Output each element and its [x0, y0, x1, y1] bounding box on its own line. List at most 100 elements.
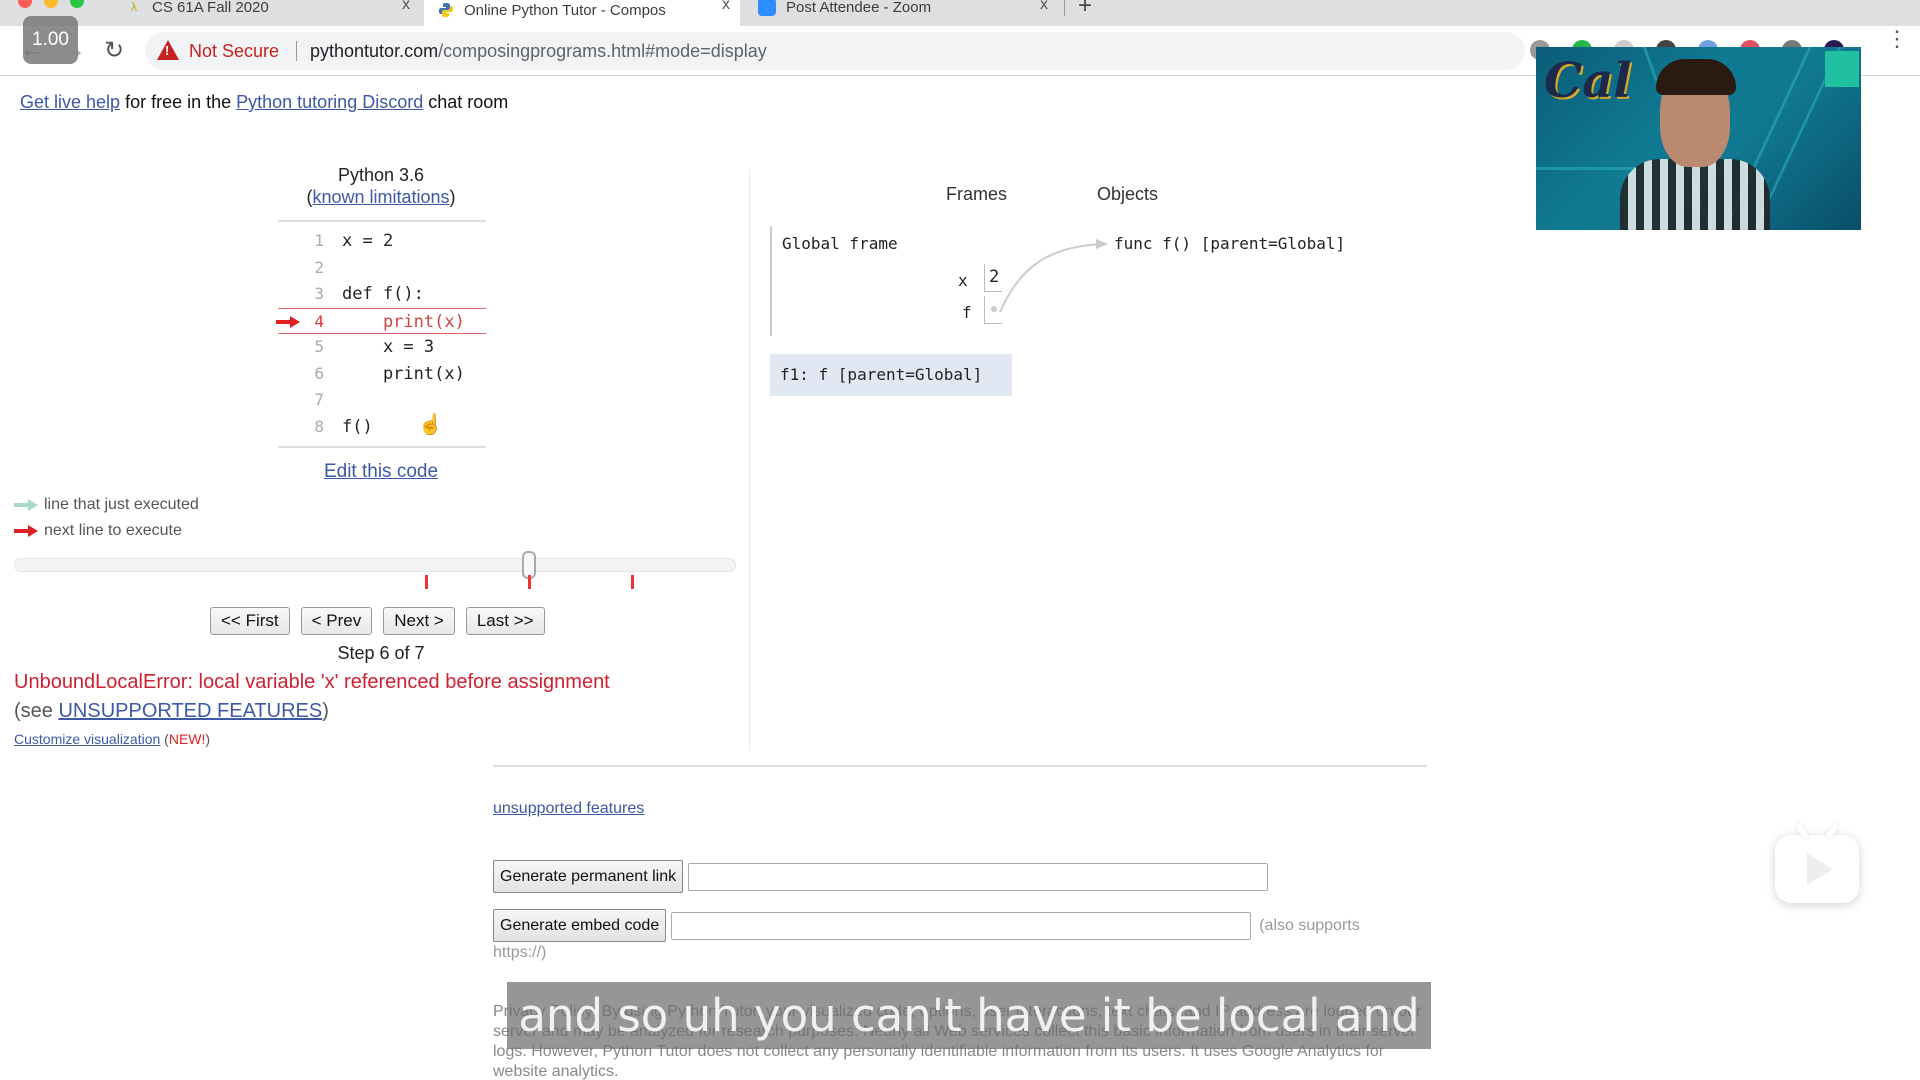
tab-title: CS 61A Fall 2020 — [152, 0, 269, 16]
also-supports-note: (also supports — [1259, 916, 1360, 934]
url-path: /composingprograms.html#mode=display — [438, 41, 767, 61]
discord-link[interactable]: Python tutoring Discord — [236, 92, 423, 112]
line-number: 5 — [314, 337, 324, 356]
zoom-icon — [758, 0, 776, 16]
edit-code-link[interactable]: Edit this code — [324, 461, 438, 482]
breakpoint-tick — [528, 575, 532, 589]
python-icon — [438, 2, 454, 18]
global-frame: Global frame x 2 f — [770, 226, 1010, 336]
url-text[interactable]: pythontutor.com/composingprograms.html#m… — [310, 41, 767, 62]
webcam-person-shirt — [1620, 159, 1770, 230]
function-object: func f() [parent=Global] — [1114, 234, 1346, 253]
generate-embed-code-button[interactable]: Generate embed code — [493, 909, 667, 942]
known-limitations-line: (known limitations) — [306, 187, 456, 207]
play-icon — [1807, 853, 1833, 885]
code-line: 6 print(x) — [278, 361, 486, 388]
objects-header: Objects — [1097, 184, 1159, 204]
line-source: x = 2 — [342, 231, 394, 251]
step-slider[interactable] — [14, 551, 736, 589]
close-tab-icon[interactable]: x — [402, 0, 410, 14]
new-badge: NEW! — [168, 731, 206, 747]
variable-name-f: f — [962, 303, 972, 322]
url-host: pythontutor.com — [310, 41, 439, 61]
tab-separator — [1064, 0, 1065, 16]
cal-logo: Cal — [1544, 53, 1632, 109]
customize-visualization-link[interactable]: Customize visualization — [14, 731, 160, 747]
code-display: 1 x = 2 2 3 def f(): 4 print(x) 5 x = 36 print… — [276, 220, 486, 448]
reload-icon[interactable]: ↻ — [104, 36, 124, 65]
https-note: https://) — [493, 944, 547, 961]
see-unsupported-line: (see UNSUPPORTED FEATURES) — [14, 700, 329, 723]
breakpoint-tick — [631, 575, 635, 589]
tab-title: Post Attendee - Zoom — [786, 0, 932, 16]
close-tab-icon[interactable]: x — [722, 0, 730, 14]
playback-speed-badge: 1.00 — [23, 16, 78, 64]
panel-divider — [749, 170, 750, 750]
green-arrow-icon — [14, 499, 38, 511]
section-divider — [493, 765, 1427, 767]
line-number: 1 — [314, 231, 324, 250]
line-number: 8 — [314, 416, 324, 436]
code-line: 8 f() — [278, 414, 486, 441]
f1-frame: f1: f [parent=Global] — [770, 354, 1012, 396]
get-live-help-link[interactable]: Get live help — [20, 92, 120, 112]
last-button[interactable]: Last >> — [465, 607, 545, 635]
line-number: 6 — [314, 363, 324, 383]
address-bar[interactable]: Not Secure pythontutor.com/composingprog… — [145, 32, 1525, 70]
browser-tab-python-tutor[interactable]: Online Python Tutor - Compos x — [424, 0, 740, 26]
unsupported-features-caps-link[interactable]: UNSUPPORTED FEATURES — [58, 700, 322, 722]
video-caption: and so uh you can't have it be local and — [507, 982, 1431, 1049]
legend: line that just executed next line to exe… — [14, 492, 199, 544]
next-line-arrow-icon — [276, 315, 300, 328]
tv-antenna-icon — [1794, 822, 1810, 840]
tab-title: Online Python Tutor - Compos — [464, 1, 666, 19]
omnibox-separator — [296, 41, 297, 61]
window-zoom-button[interactable] — [70, 0, 84, 8]
legend-just-executed: line that just executed — [14, 492, 199, 518]
error-message: UnboundLocalError: local variable 'x' re… — [14, 671, 610, 693]
line-number: 2 — [314, 257, 324, 277]
see-prefix: (see — [14, 700, 59, 722]
browser-menu-icon[interactable]: ⋮ — [1886, 28, 1908, 50]
circuit-trace — [1536, 167, 1636, 170]
line-source: print(x) — [342, 363, 465, 384]
tv-antenna-icon — [1824, 822, 1840, 840]
pointer-arrow — [999, 239, 1108, 313]
generate-permanent-link-button[interactable]: Generate permanent link — [493, 860, 684, 893]
video-player-button[interactable] — [1775, 822, 1859, 903]
webcam-indicator — [1825, 51, 1859, 87]
window-close-button[interactable] — [18, 0, 32, 8]
live-help-banner: Get live help for free in the Python tut… — [20, 92, 508, 113]
code-line: 1 x = 2 — [278, 228, 486, 255]
see-suffix: ) — [322, 700, 329, 722]
permanent-link-field[interactable] — [688, 862, 1269, 891]
browser-tab-cs61a[interactable]: λ CS 61A Fall 2020 x — [118, 0, 420, 20]
code-line: 3 def f(): — [278, 281, 486, 308]
first-button[interactable]: << First — [210, 607, 290, 635]
next-button[interactable]: Next > — [383, 607, 455, 635]
close-tab-icon[interactable]: x — [1040, 0, 1048, 14]
help-text: for free in the — [120, 92, 237, 112]
embed-code-field[interactable] — [671, 911, 1252, 940]
warning-icon — [157, 40, 179, 60]
pointer-arrow-line — [999, 243, 1105, 313]
pointer-arrowhead — [1096, 239, 1108, 249]
code-line: 2 — [278, 255, 486, 282]
variable-name-x: x — [958, 271, 968, 290]
security-indicator[interactable]: Not Secure — [189, 41, 279, 62]
frames-header: Frames — [946, 184, 1008, 204]
prev-button[interactable]: < Prev — [300, 607, 373, 635]
code-line: 5 x = 3 — [278, 334, 486, 361]
unsupported-features-link[interactable]: unsupported features — [493, 800, 644, 818]
line-number: 4 — [314, 311, 324, 331]
line-source: print(x) — [342, 311, 465, 332]
paren: ) — [205, 731, 211, 747]
global-frame-title: Global frame — [782, 234, 898, 253]
python-version: Python 3.6 — [337, 165, 425, 185]
window-minimize-button[interactable] — [44, 0, 58, 8]
line-number: 3 — [314, 284, 324, 303]
browser-tab-zoom[interactable]: Post Attendee - Zoom x — [744, 0, 1058, 20]
paren: ( — [160, 731, 169, 747]
known-limitations-link[interactable]: known limitations — [312, 187, 449, 207]
new-tab-button[interactable]: + — [1078, 0, 1092, 20]
